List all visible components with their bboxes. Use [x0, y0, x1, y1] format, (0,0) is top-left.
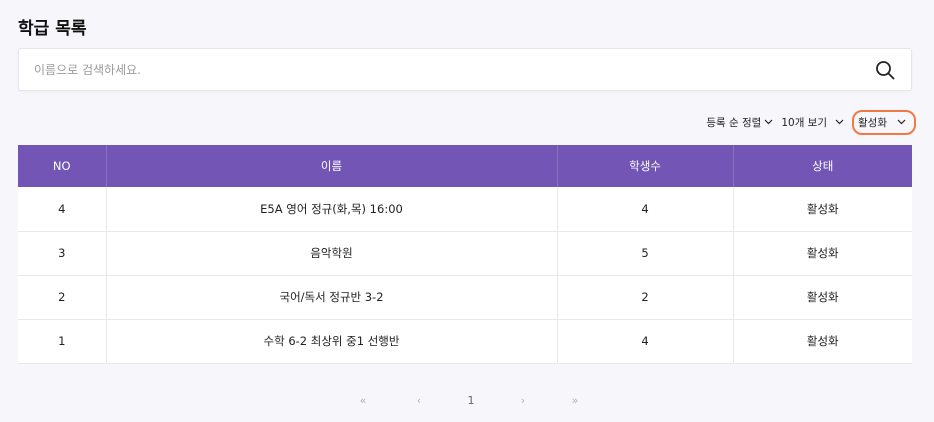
cell-student-count: 5 [556, 230, 734, 276]
search-button[interactable] [865, 49, 905, 90]
prev-page-button[interactable]: ‹ [413, 394, 425, 407]
sort-label: 등록 순 정렬 [706, 116, 762, 129]
cell-name[interactable]: E5A 영어 정규(화,목) 16:00 [105, 187, 558, 232]
table-row[interactable]: 1 수학 6-2 최상위 중1 선행반 4 활성화 [18, 318, 912, 364]
next-page-button[interactable]: › [517, 394, 529, 407]
cell-student-count: 2 [556, 274, 734, 320]
last-page-button[interactable]: » [569, 394, 581, 407]
chevron-down-icon [897, 119, 906, 125]
cell-no: 2 [18, 274, 107, 320]
search-icon [876, 60, 895, 79]
first-page-button[interactable]: « [357, 394, 369, 407]
table-row[interactable]: 2 국어/독서 정규반 3-2 2 활성화 [18, 274, 912, 320]
header-no: NO [18, 145, 107, 187]
header-status: 상태 [812, 159, 834, 173]
cell-name[interactable]: 음악학원 [105, 230, 558, 276]
status-filter-dropdown[interactable]: 활성화 [852, 109, 916, 135]
cell-status: 활성화 [732, 274, 912, 320]
cell-no: 1 [18, 318, 107, 364]
table-row[interactable]: 4 E5A 영어 정규(화,목) 16:00 4 활성화 [18, 187, 912, 232]
page-number-button[interactable]: 1 [465, 394, 477, 407]
search-input[interactable] [19, 49, 865, 90]
sort-dropdown[interactable]: 등록 순 정렬 [706, 115, 773, 130]
cell-name[interactable]: 국어/독서 정규반 3-2 [105, 274, 558, 320]
cell-no: 4 [18, 187, 107, 232]
header-name: 이름 [106, 145, 558, 187]
class-list-page: 학급 목록 등록 순 정렬 10개 보기 활성화 [0, 0, 934, 422]
pagination: « ‹ 1 › » [0, 392, 934, 408]
cell-student-count: 4 [556, 187, 734, 232]
table-header-row: NO 이름 학생수 상태 [18, 145, 912, 187]
cell-student-count: 4 [556, 318, 734, 364]
cell-name[interactable]: 수학 6-2 최상위 중1 선행반 [105, 318, 558, 364]
chevron-down-icon [764, 119, 773, 125]
cell-status: 활성화 [732, 318, 912, 364]
status-filter-label: 활성화 [858, 116, 887, 129]
search-bar [18, 48, 912, 91]
header-student-count: 학생수 [557, 145, 734, 187]
cell-status: 활성화 [732, 187, 912, 232]
cell-status: 활성화 [732, 230, 912, 276]
page-size-dropdown[interactable]: 10개 보기 [781, 115, 844, 130]
table-row[interactable]: 3 음악학원 5 활성화 [18, 230, 912, 276]
page-title: 학급 목록 [18, 19, 87, 39]
list-controls: 등록 순 정렬 10개 보기 활성화 [706, 109, 916, 135]
chevron-down-icon [835, 119, 844, 125]
class-table: NO 이름 학생수 상태 4 E5A 영어 정규(화,목) 16:00 4 활성… [18, 145, 912, 364]
page-size-label: 10개 보기 [781, 116, 828, 129]
cell-no: 3 [18, 230, 107, 276]
